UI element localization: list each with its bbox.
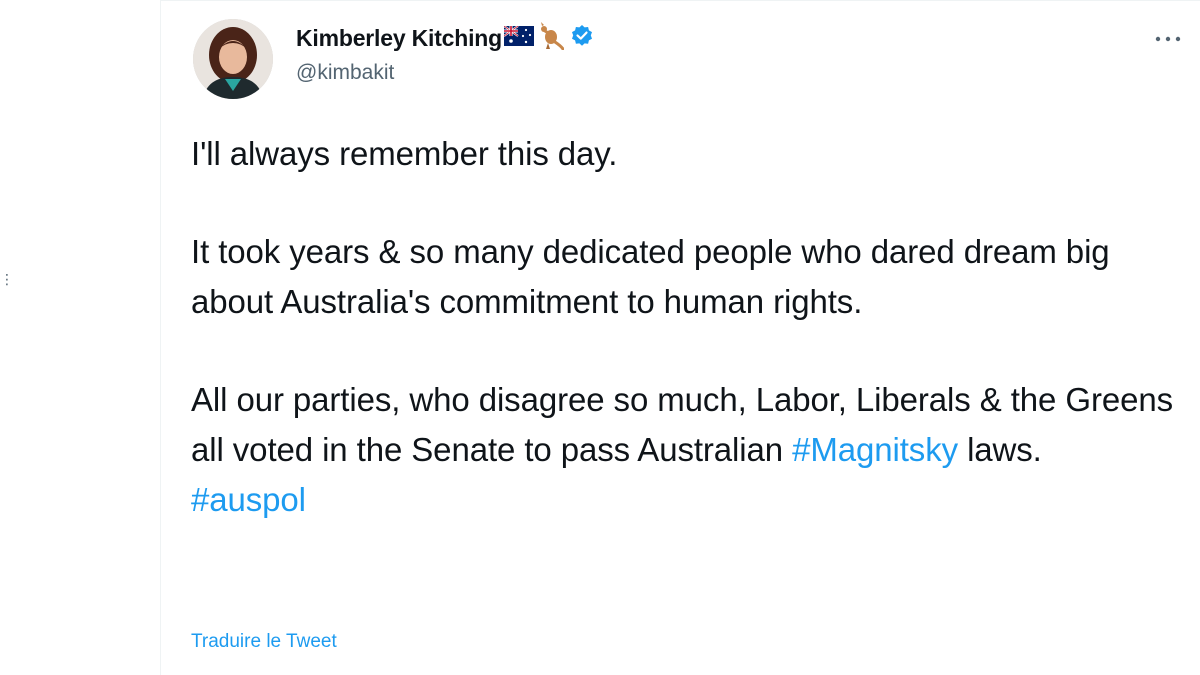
display-name[interactable]: Kimberley Kitching — [296, 25, 502, 52]
tweet-text: I'll always remember this day. It took y… — [191, 129, 1181, 525]
tweet-paragraph-3-end: laws. — [958, 431, 1042, 468]
rail-edge-marker: ⋮ — [0, 271, 14, 287]
tweet-hashtag-line: #auspol — [191, 475, 1181, 525]
australia-flag-icon — [503, 24, 534, 51]
verified-badge-icon[interactable] — [570, 24, 594, 53]
profile-photo-icon — [193, 19, 273, 99]
left-rail: ⋮ — [0, 0, 160, 675]
avatar[interactable] — [193, 19, 273, 99]
author-handle[interactable]: @kimbakit — [296, 61, 394, 85]
more-options-icon — [1155, 36, 1181, 42]
tweet-card: Kimberley Kitching @kimbakit I'll always… — [160, 0, 1200, 675]
kangaroo-icon — [536, 21, 565, 55]
tweet-paragraph-2: It took years & so many dedicated people… — [191, 233, 1110, 320]
more-options-button[interactable] — [1150, 25, 1186, 53]
tweet-line-1: I'll always remember this day. — [191, 135, 618, 172]
author-name-row[interactable]: Kimberley Kitching — [296, 21, 594, 55]
hashtag-magnitsky-link[interactable]: #Magnitsky — [792, 431, 958, 468]
tweet-paragraph-3: All our parties, who disagree so much, L… — [191, 375, 1181, 475]
hashtag-auspol-link[interactable]: #auspol — [191, 481, 306, 518]
translate-tweet-link[interactable]: Traduire le Tweet — [191, 631, 337, 653]
